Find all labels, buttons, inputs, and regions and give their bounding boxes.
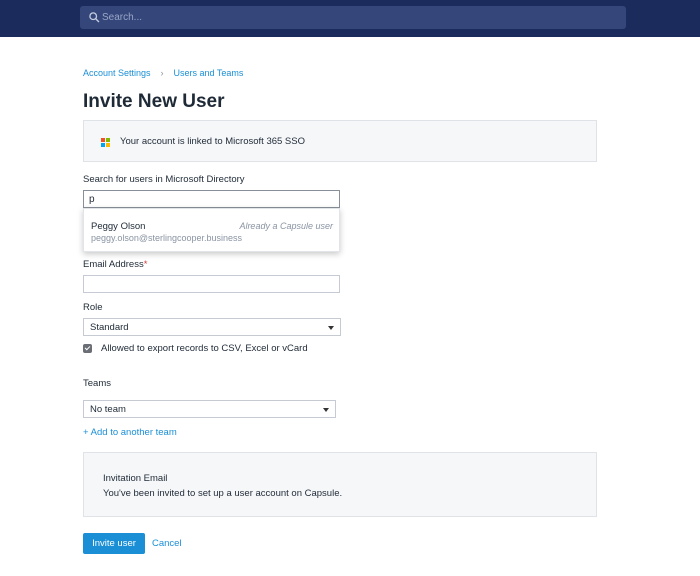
caret-down-icon — [323, 408, 329, 412]
required-mark: * — [143, 259, 148, 270]
directory-results-dropdown: Peggy Olson peggy.olson@sterlingcooper.b… — [83, 208, 340, 252]
caret-down-icon — [328, 326, 334, 330]
sso-text: Your account is linked to Microsoft 365 … — [120, 136, 305, 147]
invitation-email-body: You've been invited to set up a user acc… — [103, 488, 343, 499]
page-title: Invite New User — [83, 91, 225, 112]
team-selected-value: No team — [90, 404, 126, 415]
result-email: peggy.olson@sterlingcooper.business — [91, 233, 243, 243]
microsoft-logo-icon — [101, 138, 110, 147]
result-status-note: Already a Capsule user — [239, 221, 333, 231]
breadcrumb-account-settings[interactable]: Account Settings — [83, 68, 151, 78]
role-label: Role — [83, 302, 103, 313]
cancel-link[interactable]: Cancel — [152, 538, 182, 549]
export-checkbox-label: Allowed to export records to CSV, Excel … — [101, 343, 308, 354]
search-input[interactable] — [102, 6, 622, 29]
chevron-right-icon: › — [160, 68, 164, 78]
role-select[interactable]: Standard — [83, 318, 341, 336]
invite-user-button[interactable]: Invite user — [83, 533, 145, 554]
result-name: Peggy Olson — [91, 221, 146, 232]
email-label: Email Address* — [83, 259, 147, 270]
email-field[interactable] — [83, 275, 340, 293]
email-label-text: Email Address — [83, 259, 144, 270]
team-select[interactable]: No team — [83, 400, 336, 418]
add-another-team-link[interactable]: + Add to another team — [83, 427, 177, 438]
top-bar — [0, 0, 700, 37]
directory-search-label: Search for users in Microsoft Directory — [83, 174, 245, 185]
teams-label: Teams — [83, 378, 111, 389]
export-permission-row: Allowed to export records to CSV, Excel … — [83, 343, 308, 354]
search-icon — [89, 12, 100, 23]
role-selected-value: Standard — [90, 322, 129, 333]
directory-search-input[interactable] — [83, 190, 340, 208]
global-search[interactable] — [80, 6, 626, 29]
sso-notice: Your account is linked to Microsoft 365 … — [83, 120, 597, 162]
invitation-email-title: Invitation Email — [103, 473, 168, 484]
breadcrumb: Account Settings › Users and Teams — [83, 68, 243, 78]
export-checkbox[interactable] — [83, 344, 92, 353]
invitation-email-box: Invitation Email You've been invited to … — [83, 452, 597, 517]
breadcrumb-users-and-teams[interactable]: Users and Teams — [174, 68, 244, 78]
